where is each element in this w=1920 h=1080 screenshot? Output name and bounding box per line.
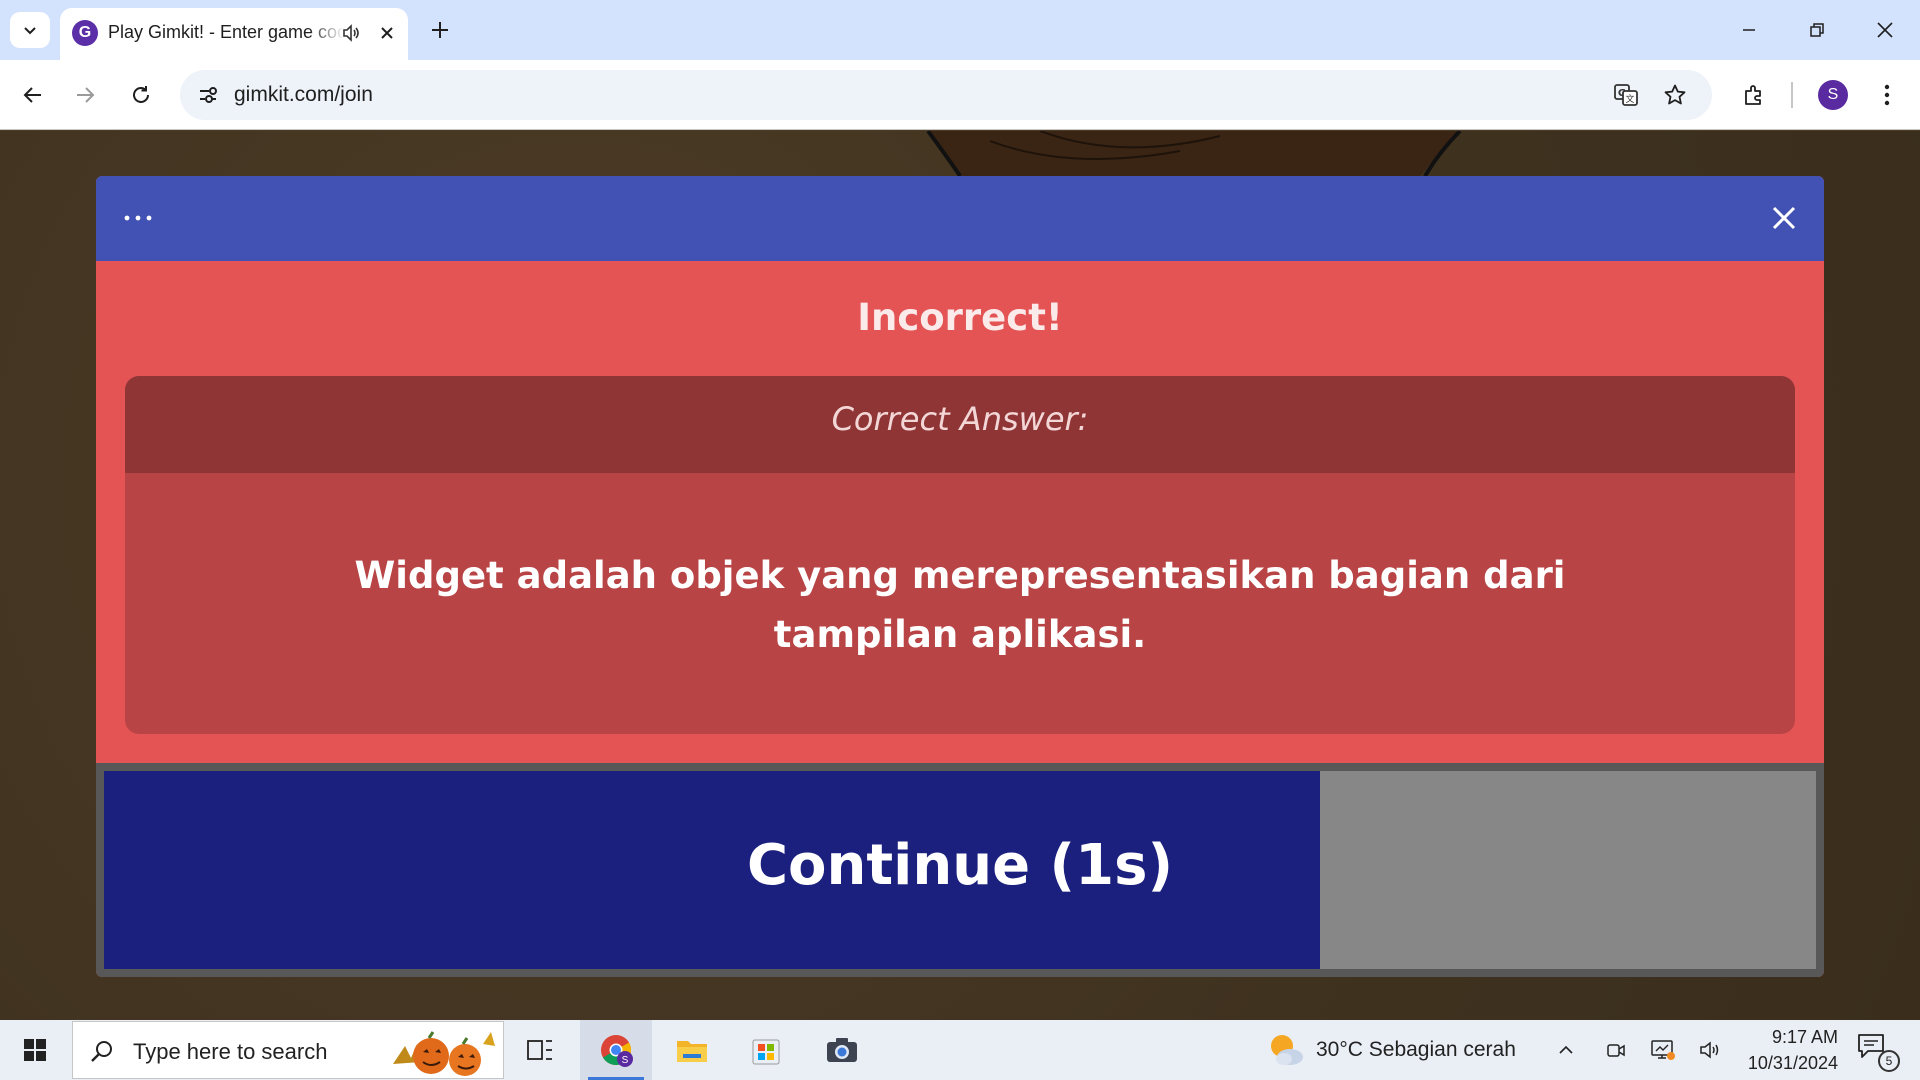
svg-text:文: 文 [1625,93,1634,105]
browser-toolbar: gimkit.com/join G文 S [0,60,1920,130]
close-modal-button[interactable] [1762,196,1806,240]
minimize-icon [1743,29,1755,31]
weather-text[interactable]: 30°C Sebagian cerah [1316,1038,1516,1062]
bookmark-star-icon[interactable] [1657,77,1693,113]
taskbar-clock[interactable]: 9:17 AM 10/31/2024 [1738,1024,1838,1076]
correct-answer-text: Widget adalah objek yang merepresentasik… [354,554,1566,656]
taskbar-store-app[interactable] [730,1020,802,1080]
weather-partly-sunny-icon[interactable] [1266,1030,1306,1070]
restore-button[interactable] [1790,8,1844,52]
continue-label: Continue (1s) [746,833,1174,898]
task-view-button[interactable] [504,1020,576,1080]
extensions-button[interactable] [1733,74,1775,116]
notification-count-badge: 5 [1878,1050,1900,1072]
halloween-pumpkins-icon [393,1031,495,1076]
close-icon [1772,206,1796,230]
arrow-left-icon [23,87,41,103]
reload-icon [133,86,149,103]
chevron-up-icon [1559,1045,1573,1054]
browser-tab-strip: G Play Gimkit! - Enter game code [0,0,1920,60]
more-horizontal-icon [124,215,152,221]
reload-button[interactable] [120,74,162,116]
network-icon[interactable] [1647,1034,1679,1066]
correct-answer-label-bar: Correct Answer: [125,376,1795,473]
windows-logo-icon [24,1039,46,1061]
translate-icon[interactable]: G文 [1608,77,1644,113]
taskbar-search-box[interactable]: Type here to search [72,1021,504,1079]
tab-audio-icon[interactable] [336,18,366,48]
continue-button[interactable]: Continue (1s) [104,771,1816,969]
gimkit-favicon-icon: G [72,20,98,46]
start-button[interactable] [0,1020,70,1080]
continue-area: Continue (1s) [96,763,1824,977]
task-view-icon [527,1040,552,1060]
site-info-icon[interactable] [190,77,226,113]
more-vertical-icon [1884,84,1890,106]
answer-feedback-modal: Incorrect! Correct Answer: Widget adalah… [96,176,1824,977]
address-bar[interactable]: gimkit.com/join G文 [180,70,1712,120]
volume-icon[interactable] [1694,1034,1726,1066]
search-placeholder: Type here to search [133,1039,328,1064]
correct-answer-card: Correct Answer: Widget adalah objek yang… [125,376,1795,734]
notification-center-button[interactable]: 5 [1856,1032,1900,1072]
store-icon [752,1039,780,1065]
correct-answer-label: Correct Answer: [831,400,1089,438]
taskbar-chrome-app[interactable]: S [580,1020,652,1080]
close-window-button[interactable] [1858,8,1912,52]
folder-icon [677,1041,707,1062]
clock-date: 10/31/2024 [1747,1053,1838,1073]
minimize-button[interactable] [1722,8,1776,52]
result-title: Incorrect! [857,296,1063,339]
arrow-right-icon [77,87,95,103]
puzzle-icon [1745,85,1761,105]
tab-search-button[interactable] [10,12,50,48]
taskbar-file-explorer-app[interactable] [656,1020,728,1080]
chevron-down-icon [24,27,36,35]
forward-button[interactable] [64,74,106,116]
url-text[interactable]: gimkit.com/join [234,83,373,107]
windows-taskbar: Type here to search S 30°C Sebagian cera… [0,1020,1920,1080]
restore-icon [1810,23,1824,37]
game-page: Incorrect! Correct Answer: Widget adalah… [0,131,1920,1020]
svg-text:S: S [622,1055,629,1066]
back-button[interactable] [12,74,54,116]
browser-tab[interactable]: G Play Gimkit! - Enter game code [60,8,408,60]
avatar: S [1818,80,1848,110]
profile-button[interactable]: S [1812,74,1854,116]
more-options-button[interactable] [116,198,160,238]
tab-title: Play Gimkit! - Enter game code [108,22,344,42]
toolbar-divider [1791,82,1793,108]
search-icon [87,1036,117,1066]
clock-time: 9:17 AM [1771,1027,1838,1047]
plus-icon [432,22,448,38]
close-icon [1877,22,1893,38]
camera-icon [827,1038,857,1062]
show-hidden-icons-button[interactable] [1550,1034,1582,1066]
modal-header [96,176,1824,261]
meet-now-icon[interactable] [1600,1034,1632,1066]
chrome-icon: S [601,1035,633,1067]
new-tab-button[interactable] [422,12,458,48]
taskbar-camera-app[interactable] [806,1020,878,1080]
browser-menu-button[interactable] [1866,74,1908,116]
tab-close-icon[interactable] [372,18,402,48]
